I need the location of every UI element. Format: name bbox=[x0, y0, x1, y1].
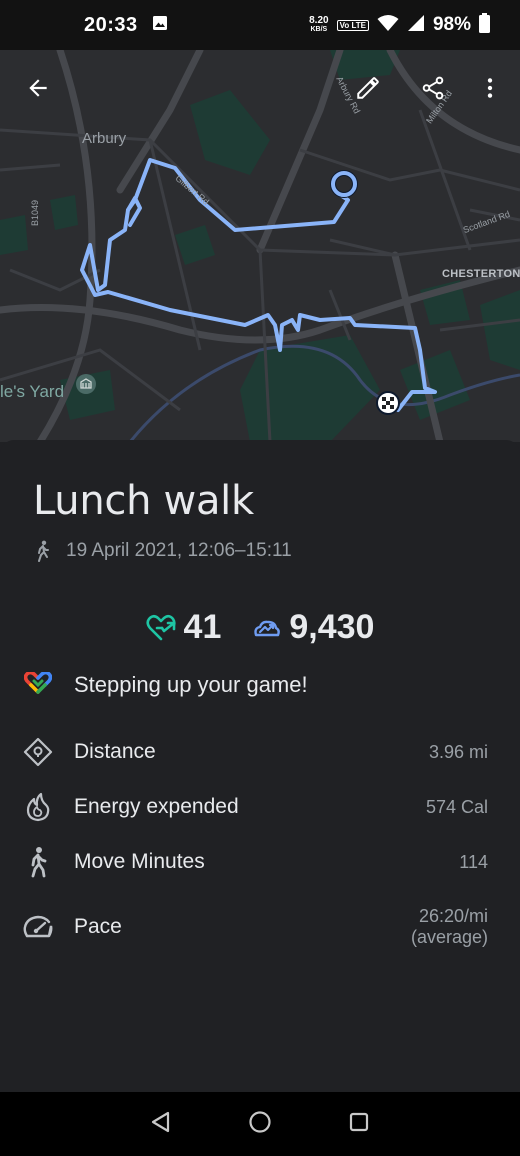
arrow-left-icon bbox=[29, 79, 47, 97]
more-vert-icon bbox=[487, 78, 493, 98]
steps-icon bbox=[254, 620, 281, 636]
battery-icon bbox=[479, 12, 490, 38]
triangle-back-icon bbox=[151, 1111, 170, 1132]
walking-icon bbox=[38, 540, 49, 562]
network-speed: 8.20 KB/S bbox=[309, 15, 329, 34]
status-time: 20:33 bbox=[84, 13, 138, 36]
route-map[interactable]: Arbury Arbury Rd Milton Rd Gilbert Rd Sc… bbox=[0, 50, 520, 442]
share-icon bbox=[422, 76, 444, 100]
pencil-icon bbox=[357, 77, 379, 99]
insight-text: Stepping up your game! bbox=[74, 672, 308, 697]
stat-row-pace: Pace 26:20/mi (average) bbox=[22, 906, 488, 948]
stat-label-move-minutes: Move Minutes bbox=[74, 850, 205, 873]
stat-label-distance: Distance bbox=[74, 740, 156, 763]
google-fit-heart-icon bbox=[24, 672, 52, 694]
stat-value-energy: 574 Cal bbox=[425, 796, 488, 817]
status-bar: 20:33 8.20 KB/S Vo LTE 98% bbox=[0, 0, 520, 50]
wifi-icon bbox=[377, 14, 399, 37]
stat-value-pace: 26:20/mi (average) bbox=[411, 906, 488, 948]
stat-label-energy: Energy expended bbox=[74, 795, 239, 818]
nav-back-button[interactable] bbox=[150, 1111, 172, 1138]
stat-value-move-minutes: 114 bbox=[459, 851, 488, 872]
more-options-button[interactable] bbox=[468, 66, 512, 110]
stat-row-energy: Energy expended 574 Cal bbox=[22, 791, 488, 823]
heart-points-goal: 41 bbox=[145, 608, 222, 647]
square-recents-icon bbox=[349, 1112, 369, 1131]
flame-icon bbox=[22, 791, 54, 823]
image-notification-icon bbox=[152, 15, 168, 36]
map-label-b1049: B1049 bbox=[30, 199, 41, 227]
steps-goal: 9,430 bbox=[251, 608, 374, 647]
goals-row: 41 9,430 bbox=[0, 608, 520, 647]
volte-icon: Vo LTE bbox=[336, 19, 369, 31]
map-label-arbury: Arbury bbox=[82, 130, 127, 147]
stat-row-distance: Distance 3.96 mi bbox=[22, 736, 488, 768]
battery-percentage: 98% bbox=[432, 14, 471, 35]
nav-home-button[interactable] bbox=[248, 1110, 272, 1139]
map-label-yard: le's Yard bbox=[0, 382, 65, 401]
heart-points-value: 41 bbox=[183, 608, 222, 646]
insight-row: Stepping up your game! bbox=[24, 672, 308, 698]
distance-icon bbox=[22, 736, 54, 768]
activity-title: Lunch walk bbox=[33, 478, 254, 524]
activity-details-sheet: Lunch walk 19 April 2021, 12:06–15:11 41… bbox=[0, 440, 520, 1092]
signal-icon bbox=[407, 14, 425, 37]
nav-recents-button[interactable] bbox=[348, 1111, 370, 1138]
steps-value: 9,430 bbox=[289, 608, 375, 646]
pace-value: 26:20/mi bbox=[418, 906, 488, 926]
edit-button[interactable] bbox=[346, 66, 390, 110]
heart-points-icon bbox=[145, 614, 176, 640]
walking-icon bbox=[22, 846, 54, 878]
back-button[interactable] bbox=[16, 66, 60, 110]
map-label-chesterton: CHESTERTON bbox=[442, 268, 520, 280]
activity-date-range: 19 April 2021, 12:06–15:11 bbox=[66, 540, 292, 561]
stat-label-pace: Pace bbox=[74, 915, 122, 938]
stat-value-distance: 3.96 mi bbox=[428, 741, 488, 762]
activity-date-row: 19 April 2021, 12:06–15:11 bbox=[34, 540, 292, 562]
stat-row-move-minutes: Move Minutes 114 bbox=[22, 846, 488, 878]
share-button[interactable] bbox=[411, 66, 455, 110]
system-navigation-bar bbox=[0, 1092, 520, 1156]
pace-qualifier: (average) bbox=[410, 927, 488, 947]
speedometer-icon bbox=[22, 911, 54, 943]
circle-home-icon bbox=[249, 1110, 271, 1133]
